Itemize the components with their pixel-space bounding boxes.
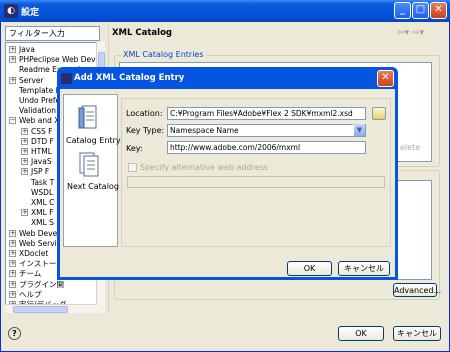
next-catalog-label[interactable]: Next Catalog bbox=[67, 182, 119, 191]
minimize-button[interactable]: _ bbox=[394, 2, 411, 19]
tree-item-label: HTML bbox=[31, 147, 52, 156]
filter-input[interactable]: フィルター入力 bbox=[5, 26, 100, 41]
alt-web-label: Specify alternative web address bbox=[140, 163, 269, 172]
next-catalog-icon[interactable] bbox=[77, 151, 99, 177]
expand-icon[interactable]: + bbox=[9, 46, 16, 53]
catalog-entries-label: XML Catalog Entries bbox=[121, 50, 206, 59]
expand-icon[interactable]: + bbox=[9, 270, 16, 278]
cancel-button[interactable]: キャンセル bbox=[393, 326, 441, 341]
tree-item-label: CSS F bbox=[31, 126, 53, 136]
tree-item-label: チーム bbox=[19, 269, 42, 279]
window-title: 設定 bbox=[21, 8, 40, 18]
tree-item-label: Validation bbox=[19, 106, 57, 116]
dialog-ok-button[interactable]: OK bbox=[287, 261, 332, 276]
key-label: Key: bbox=[126, 144, 143, 153]
expand-icon[interactable]: + bbox=[9, 56, 16, 64]
tree-item[interactable]: + PHPeclipse Web Dev bbox=[6, 55, 104, 65]
forward-arrow-icon[interactable]: ⇨ bbox=[412, 28, 420, 38]
tree-item-label: WSDL bbox=[31, 187, 54, 197]
window-titlebar[interactable]: ◐ 設定 bbox=[0, 0, 450, 22]
expand-icon[interactable]: + bbox=[9, 250, 16, 257]
tree-item-label: Template E bbox=[19, 85, 61, 95]
location-label: Location: bbox=[126, 109, 163, 118]
expand-icon[interactable]: + bbox=[9, 76, 16, 84]
tree-item-label: PHPeclipse Web Dev bbox=[19, 55, 96, 65]
tree-item-label: ヘルプ bbox=[19, 289, 42, 299]
page-title: XML Catalog bbox=[112, 28, 172, 38]
key-type-label: Key Type: bbox=[126, 126, 165, 135]
collapse-icon[interactable]: − bbox=[9, 117, 16, 125]
catalog-entry-label[interactable]: Catalog Entry bbox=[66, 136, 121, 145]
tree-item-label: JSP F bbox=[31, 167, 50, 177]
ok-button[interactable]: OK bbox=[338, 326, 384, 341]
dialog-titlebar[interactable]: Add XML Catalog Entry bbox=[60, 70, 395, 88]
alt-web-field[interactable] bbox=[127, 176, 385, 188]
tree-horizontal-scrollbar[interactable] bbox=[5, 304, 97, 313]
expand-icon[interactable]: + bbox=[9, 280, 16, 288]
expand-icon[interactable]: + bbox=[9, 290, 16, 298]
tree-item[interactable]: + プラグイン開 bbox=[6, 279, 104, 289]
expand-icon[interactable]: + bbox=[21, 148, 28, 155]
browse-folder-icon[interactable] bbox=[372, 107, 386, 120]
tree-item[interactable]: + Java bbox=[6, 45, 104, 54]
key-type-select[interactable]: Namespace Name bbox=[167, 124, 366, 137]
key-type-value: Namespace Name bbox=[170, 126, 239, 135]
tree-item-label: Web Devel bbox=[19, 228, 60, 238]
tree-item-label: プラグイン開 bbox=[19, 279, 64, 289]
tree-item[interactable]: + ヘルプ bbox=[6, 289, 104, 299]
expand-icon[interactable]: + bbox=[9, 239, 16, 247]
location-field[interactable]: C:¥Program Files¥Adobe¥Flex 2 SDK¥mxml2.… bbox=[167, 107, 366, 120]
tree-item-label: XML C bbox=[31, 198, 55, 207]
expand-icon[interactable]: + bbox=[21, 209, 28, 217]
tree-item-label: XDoclet bbox=[19, 249, 49, 258]
tree-item-label: Web Servi bbox=[19, 238, 57, 248]
alt-web-checkbox[interactable] bbox=[128, 163, 137, 172]
tree-item-label: Server bbox=[19, 75, 44, 85]
tree-item-label: Web and X bbox=[19, 116, 60, 126]
delete-button[interactable]: elete bbox=[400, 143, 420, 152]
dialog-close-button[interactable]: ✕ bbox=[377, 70, 394, 87]
dialog-app-icon bbox=[61, 73, 72, 84]
dialog-title: Add XML Catalog Entry bbox=[74, 73, 185, 83]
expand-icon[interactable]: + bbox=[21, 127, 28, 135]
tree-item-label: XML F bbox=[31, 208, 54, 218]
advanced-button[interactable]: Advanced... bbox=[393, 283, 441, 297]
maximize-button[interactable]: □ bbox=[412, 2, 429, 19]
eclipse-app-icon: ◐ bbox=[4, 4, 18, 18]
expand-icon[interactable]: + bbox=[9, 229, 16, 237]
entry-form bbox=[121, 98, 391, 247]
tree-item-label: Undo Prefe bbox=[19, 96, 61, 105]
expand-icon[interactable]: + bbox=[21, 158, 28, 166]
key-field[interactable]: http://www.adobe.com/2006/mxml bbox=[167, 141, 366, 154]
close-button[interactable]: ✕ bbox=[430, 2, 447, 19]
expand-icon[interactable]: + bbox=[9, 260, 16, 268]
catalog-entry-icon[interactable] bbox=[77, 104, 99, 132]
tree-item-label: XML S bbox=[31, 218, 54, 228]
help-icon[interactable]: ? bbox=[8, 327, 21, 340]
expand-icon[interactable]: + bbox=[21, 137, 28, 145]
tree-item-label: JavaS bbox=[31, 157, 52, 167]
tree-hscroll-thumb[interactable] bbox=[13, 306, 68, 313]
dialog-cancel-button[interactable]: キャンセル bbox=[338, 261, 390, 276]
tree-item-label: Task T bbox=[31, 177, 55, 187]
back-arrow-icon[interactable]: ⇦ bbox=[397, 28, 405, 38]
expand-icon[interactable]: + bbox=[21, 168, 28, 176]
tree-item-label: Java bbox=[19, 45, 35, 54]
tree-item-label: DTD F bbox=[31, 136, 54, 146]
chevron-down-icon[interactable]: ▼ bbox=[353, 124, 365, 136]
nav-arrows[interactable]: ⇦▾ ⇨▾ bbox=[397, 28, 424, 38]
